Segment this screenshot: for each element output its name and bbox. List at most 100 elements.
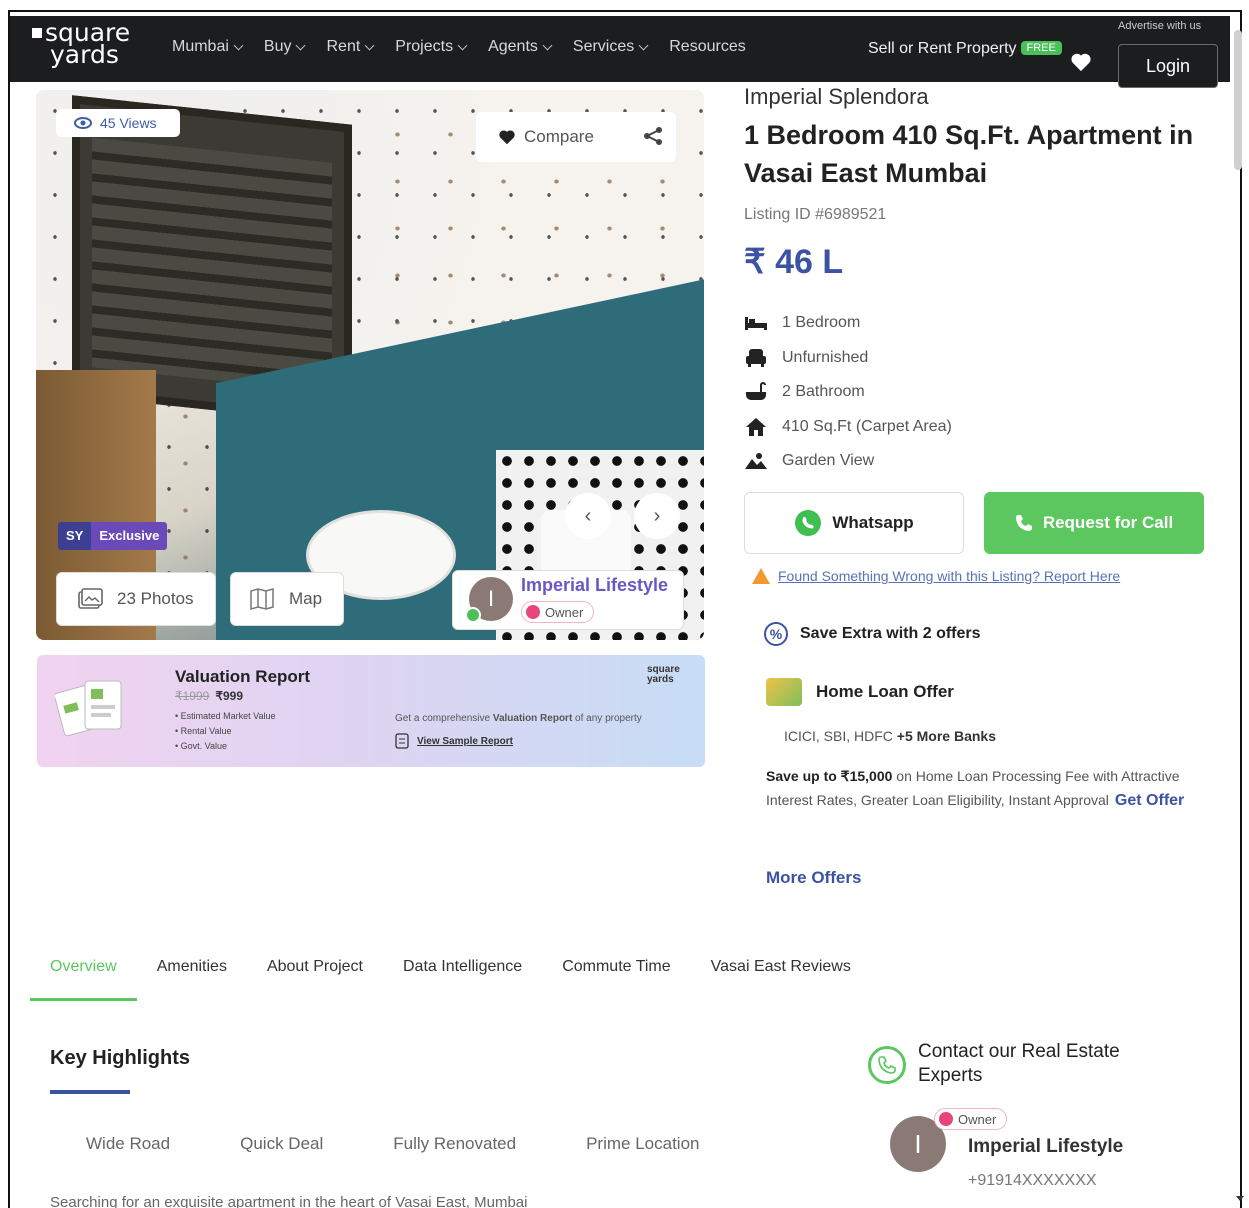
sample-link-label: View Sample Report [417, 735, 513, 747]
top-navbar: square yards Mumbai Buy Rent Projects Ag… [10, 16, 1230, 88]
photos-label: 23 Photos [117, 589, 194, 608]
nav-item-projects[interactable]: Projects [395, 38, 468, 56]
square-yards-logo[interactable]: square yards [32, 20, 130, 67]
next-photo-button[interactable]: › [634, 493, 680, 539]
advertise-link[interactable]: Advertise with us [1118, 20, 1201, 32]
eye-icon [74, 117, 92, 129]
cta-prefix: Get a comprehensive [395, 713, 493, 724]
property-photo[interactable] [36, 90, 704, 640]
sell-or-rent-link[interactable]: Sell or Rent Property FREE [868, 40, 1066, 58]
map-icon [250, 588, 274, 610]
map-button[interactable]: Map [230, 572, 344, 626]
nav-label: Resources [669, 38, 746, 55]
valuation-price: ₹1999 ₹999 [175, 689, 243, 703]
tab-about-project[interactable]: About Project [247, 954, 383, 1001]
key-highlights-underline [50, 1090, 130, 1094]
sofa-icon [744, 348, 768, 368]
highlight-tag: Prime Location [586, 1134, 700, 1153]
heart-icon[interactable] [1070, 52, 1092, 72]
phone-status-icon [465, 607, 481, 623]
nav-item-resources[interactable]: Resources [669, 38, 745, 56]
nav-item-rent[interactable]: Rent [326, 38, 375, 56]
valuation-title: Valuation Report [175, 667, 311, 686]
more-banks-label[interactable]: +5 More Banks [897, 728, 996, 744]
save-extra-label: Save Extra with 2 offers [800, 625, 981, 642]
tab-overview[interactable]: Overview [30, 954, 137, 1001]
tab-data-intelligence[interactable]: Data Intelligence [383, 954, 542, 1001]
highlight-tags: Wide Road Quick Deal Fully Renovated Pri… [86, 1134, 769, 1154]
highlight-tag: Quick Deal [240, 1134, 324, 1153]
tab-amenities[interactable]: Amenities [137, 954, 247, 1001]
tab-vasai-east-reviews[interactable]: Vasai East Reviews [691, 954, 871, 1001]
project-name[interactable]: Imperial Splendora [744, 84, 929, 110]
login-button[interactable]: Login [1118, 44, 1218, 88]
bed-icon [744, 313, 768, 333]
views-count: 45 Views [100, 115, 157, 131]
owner-dot-icon [939, 1112, 953, 1126]
compare-button[interactable]: Compare [476, 112, 676, 162]
owner-dot-icon [526, 605, 540, 619]
owner-role-label: Owner [545, 604, 584, 620]
documents-icon [55, 680, 122, 737]
view-sample-report-link[interactable]: View Sample Report [395, 733, 513, 749]
feature-furnishing: Unfurnished [744, 341, 952, 376]
chevron-down-icon [638, 40, 649, 50]
more-offers-link[interactable]: More Offers [766, 868, 861, 888]
chevron-down-icon [296, 40, 306, 50]
get-offer-link[interactable]: Get Offer [1115, 792, 1184, 809]
free-badge: FREE [1020, 41, 1062, 55]
loan-save-amount: Save up to ₹15,000 [766, 768, 893, 784]
save-extra-offers: % Save Extra with 2 offers [764, 622, 981, 646]
sell-label: Sell or Rent Property [868, 40, 1017, 57]
phone-icon [1015, 515, 1032, 531]
list-item: • Rental Value [175, 726, 232, 736]
valuation-new-price: ₹999 [215, 689, 243, 703]
report-link-label: Found Something Wrong with this Listing?… [778, 568, 1121, 584]
photos-button[interactable]: 23 Photos [56, 572, 216, 626]
owner-card[interactable]: I Imperial Lifestyle Owner [452, 570, 684, 630]
scrollbar-thumb[interactable] [1234, 30, 1242, 170]
feature-label: Unfurnished [782, 348, 869, 366]
banner-brand-logo: square yards [647, 664, 680, 685]
feature-label: 410 Sq.Ft (Carpet Area) [782, 417, 952, 435]
share-icon[interactable] [642, 126, 664, 146]
loan-description: Save up to ₹15,000 on Home Loan Processi… [766, 764, 1186, 813]
photos-icon [78, 588, 103, 609]
whatsapp-icon [795, 510, 822, 536]
tab-commute-time[interactable]: Commute Time [542, 954, 690, 1001]
prev-photo-button[interactable]: ‹ [565, 493, 611, 539]
nav-item-agents[interactable]: Agents [488, 38, 553, 56]
request-call-button[interactable]: Request for Call [984, 492, 1204, 554]
agent-name[interactable]: Imperial Lifestyle [968, 1136, 1123, 1158]
scroll-down-arrow-icon[interactable] [1236, 1196, 1244, 1201]
feature-view: Garden View [744, 444, 952, 479]
agent-phone[interactable]: +91914XXXXXXX [968, 1172, 1097, 1190]
logo-square-icon [32, 28, 42, 38]
bathtub-icon [744, 382, 768, 402]
owner-name: Imperial Lifestyle [521, 575, 669, 595]
valuation-item-label: Rental Value [180, 726, 232, 736]
nav-item-services[interactable]: Services [573, 38, 649, 56]
document-icon [395, 733, 409, 749]
list-item: • Govt. Value [175, 741, 228, 751]
valuation-cta: Get a comprehensive Valuation Report of … [395, 713, 642, 724]
report-listing-link[interactable]: Found Something Wrong with this Listing?… [752, 568, 1120, 584]
nav-item-mumbai[interactable]: Mumbai [172, 38, 244, 56]
money-icon [766, 678, 802, 706]
contact-title: Contact our Real Estate Experts [918, 1041, 1120, 1086]
banks-label: ICICI, SBI, HDFC [784, 728, 893, 744]
whatsapp-button[interactable]: Whatsapp [744, 492, 964, 554]
nav-item-buy[interactable]: Buy [264, 38, 306, 56]
main-nav: Mumbai Buy Rent Projects Agents Services… [172, 38, 768, 56]
valuation-item-label: Estimated Market Value [180, 711, 276, 721]
cta-suffix: of any property [572, 713, 642, 724]
home-loan-offer: Home Loan Offer [766, 678, 954, 706]
valuation-report-banner[interactable]: Valuation Report ₹1999 ₹999 • Estimated M… [37, 655, 705, 767]
owner-role-badge: Owner [934, 1108, 1008, 1130]
valuation-item-label: Govt. Value [180, 741, 228, 751]
discount-icon: % [764, 622, 788, 646]
highlight-tag: Fully Renovated [393, 1134, 517, 1153]
compare-label: Compare [524, 127, 594, 146]
section-tabs: Overview Amenities About Project Data In… [30, 954, 871, 1001]
valuation-items: • Estimated Market Value • Rental Value … [175, 709, 276, 754]
